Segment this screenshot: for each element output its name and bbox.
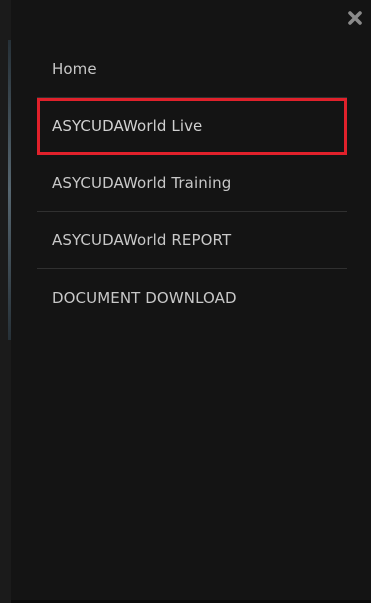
menu-item-asycudaworld-live[interactable]: ASYCUDAWorld Live (37, 98, 347, 155)
page-backdrop (0, 0, 12, 603)
menu-item-document-download[interactable]: DOCUMENT DOWNLOAD (37, 269, 347, 326)
menu-item-asycudaworld-training[interactable]: ASYCUDAWorld Training (37, 155, 347, 212)
menu-item-asycudaworld-report[interactable]: ASYCUDAWorld REPORT (37, 212, 347, 269)
close-icon (347, 10, 363, 26)
nav-menu: Home ASYCUDAWorld Live ASYCUDAWorld Trai… (37, 41, 347, 326)
menu-item-home[interactable]: Home (37, 41, 347, 98)
close-button[interactable] (345, 8, 365, 28)
nav-drawer: Home ASYCUDAWorld Live ASYCUDAWorld Trai… (11, 0, 371, 603)
page: Home ASYCUDAWorld Live ASYCUDAWorld Trai… (0, 0, 371, 603)
